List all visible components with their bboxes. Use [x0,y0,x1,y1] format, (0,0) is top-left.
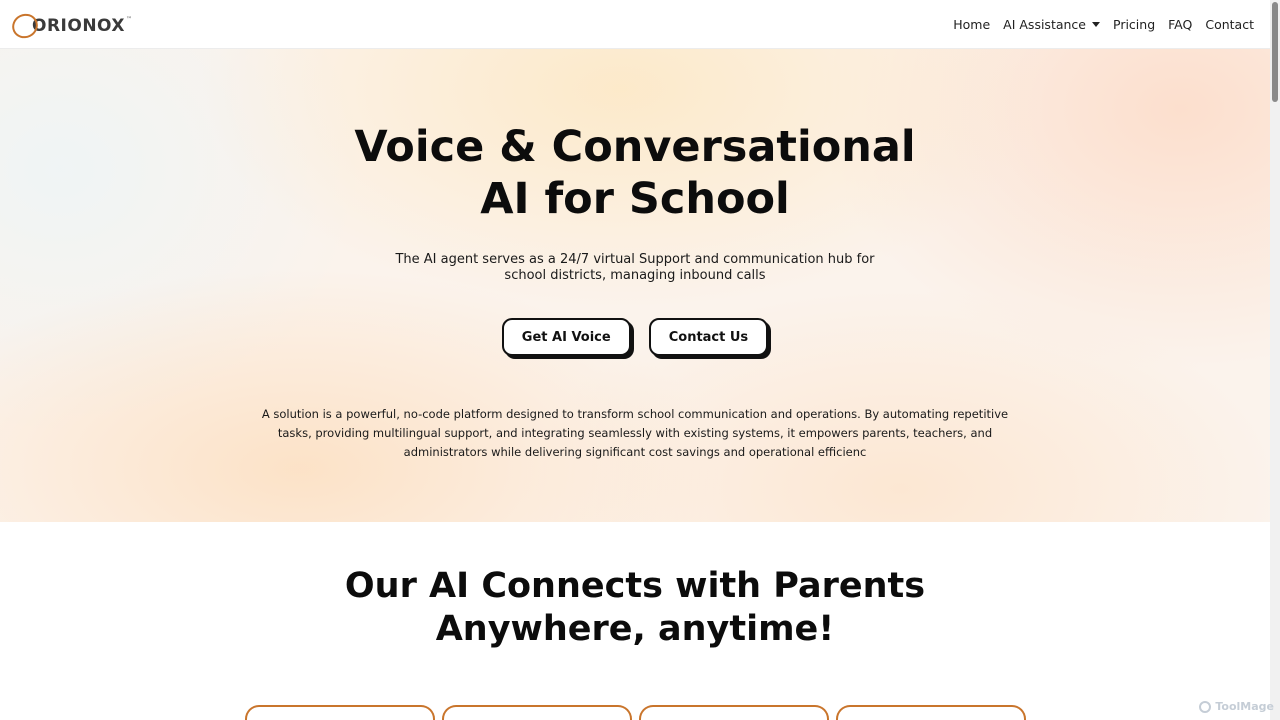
nav-ai-assistance-label: AI Assistance [1003,16,1086,32]
nav-contact-label: Contact [1205,16,1254,32]
hero-title-line-1: Voice & Conversational [354,122,916,172]
contact-us-button[interactable]: Contact Us [648,318,769,356]
logo-trademark: ™ [126,16,132,23]
watermark-logo-icon [1199,700,1212,713]
chevron-down-icon [1092,21,1100,27]
get-ai-voice-button[interactable]: Get AI Voice [501,318,631,356]
site-header: ORIONOX ™ Home AI Assistance Pricing FAQ… [0,0,1270,49]
nav-pricing[interactable]: Pricing [1113,17,1155,32]
nav-faq-label: FAQ [1168,16,1193,32]
nav-home-label: Home [953,16,991,32]
hero-subtitle: The AI agent serves as a 24/7 virtual Su… [395,252,875,283]
nav-pricing-label: Pricing [1113,16,1156,32]
scrollbar-thumb[interactable] [1272,2,1278,102]
connect-section-title: Our AI Connects with Parents Anywhere, a… [0,565,1270,651]
feature-cards [245,705,1026,720]
feature-card[interactable] [442,705,632,720]
nav-ai-assistance[interactable]: AI Assistance [1003,17,1100,32]
feature-card[interactable] [836,705,1026,720]
logo-text: ORIONOX [32,16,125,36]
main-nav: Home AI Assistance Pricing FAQ Contact [953,17,1254,32]
hero-title: Voice & Conversational AI for School [0,121,1270,225]
feature-card[interactable] [245,705,435,720]
toolmage-watermark: ToolMage [1199,700,1274,713]
hero-title-line-2: AI for School [480,174,790,224]
nav-home[interactable]: Home [953,17,990,32]
watermark-text: ToolMage [1215,700,1274,713]
hero-section: Voice & Conversational AI for School The… [0,49,1270,522]
hero-buttons: Get AI Voice Contact Us [0,318,1270,356]
connect-title-line-1: Our AI Connects with Parents [344,566,926,606]
nav-contact[interactable]: Contact [1205,17,1254,32]
connect-title-line-2: Anywhere, anytime! [435,609,835,649]
nav-faq[interactable]: FAQ [1168,17,1192,32]
orionox-logo[interactable]: ORIONOX ™ [8,9,132,43]
page-scrollbar[interactable] [1270,0,1280,720]
hero-description: A solution is a powerful, no-code platfo… [261,407,1009,459]
feature-card[interactable] [639,705,829,720]
